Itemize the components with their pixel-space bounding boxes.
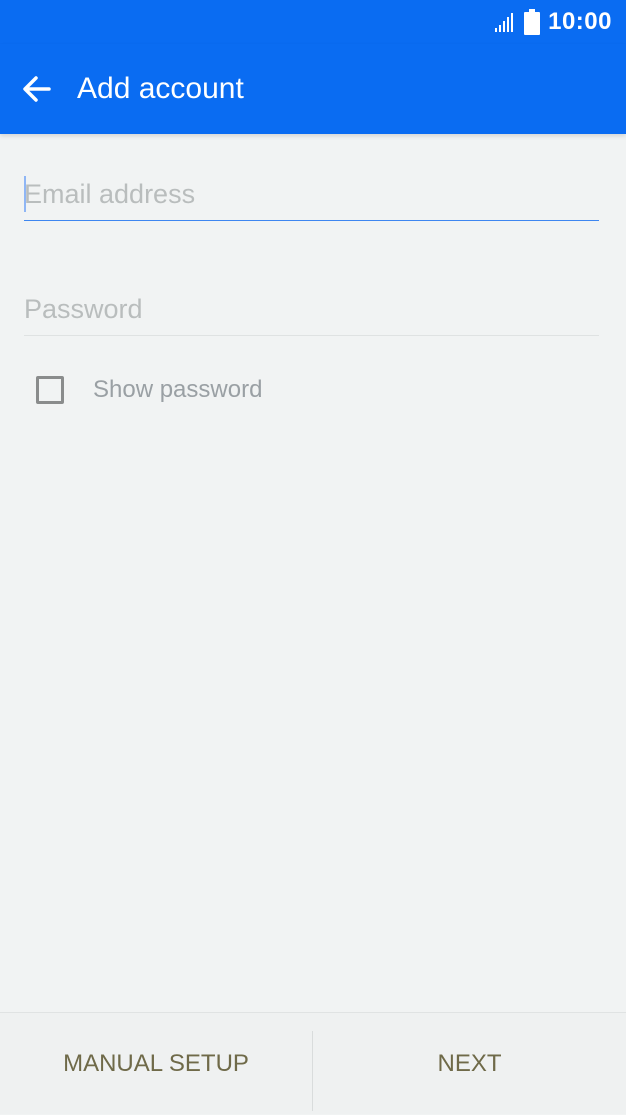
email-field[interactable] <box>24 168 599 220</box>
status-icons: 10:00 <box>494 0 612 44</box>
arrow-left-icon <box>23 76 51 102</box>
page-title: Add account <box>77 72 244 105</box>
password-underline <box>24 335 599 336</box>
signal-icon <box>495 13 514 32</box>
bottom-action-bar: MANUAL SETUP NEXT <box>0 1012 626 1114</box>
password-field-container <box>24 283 599 336</box>
show-password-toggle[interactable]: Show password <box>36 376 262 404</box>
email-underline <box>24 220 599 221</box>
text-cursor <box>24 176 26 212</box>
battery-icon <box>524 9 541 35</box>
show-password-label: Show password <box>93 376 263 403</box>
next-button[interactable]: NEXT <box>313 1013 626 1115</box>
password-field[interactable] <box>24 283 599 335</box>
show-password-checkbox[interactable] <box>36 376 64 404</box>
manual-setup-button[interactable]: MANUAL SETUP <box>0 1013 312 1115</box>
email-field-container <box>24 168 599 221</box>
app-bar: Add account <box>0 44 626 134</box>
back-button[interactable] <box>14 66 60 112</box>
status-clock: 10:00 <box>548 8 612 35</box>
status-bar: 10:00 <box>0 0 626 44</box>
